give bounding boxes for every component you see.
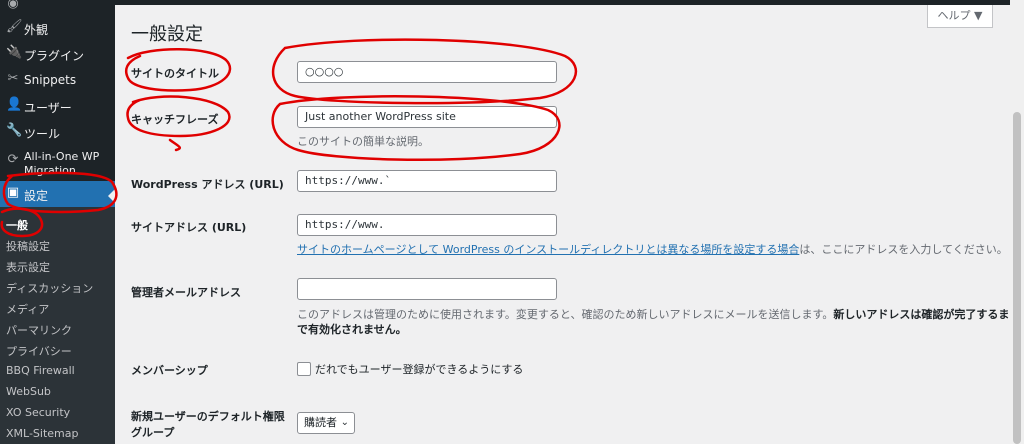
sidebar-item-label: プラグイン: [24, 49, 85, 63]
membership-checkbox-label[interactable]: だれでもユーザー登録ができるようにする: [315, 361, 523, 377]
default-role-select[interactable]: 購読者 ⌄: [297, 412, 355, 434]
submenu-item-websub[interactable]: WebSub: [6, 385, 51, 398]
submenu-item-media[interactable]: メディア: [6, 301, 49, 317]
submenu-item-writing[interactable]: 投稿設定: [6, 238, 50, 254]
sidebar-item-label: ユーザー: [24, 101, 72, 115]
sidebar-item-label: Snippets: [24, 73, 77, 87]
sidebar-item-users[interactable]: 👤 ユーザー: [0, 93, 115, 119]
submenu-item-privacy[interactable]: プライバシー: [6, 343, 72, 359]
submenu-item-xo-security[interactable]: XO Security: [6, 406, 70, 419]
help-button[interactable]: ヘルプ ▼: [927, 5, 993, 28]
settings-main: 一般設定 ヘルプ ▼ サイトのタイトル ○○○○ キャッチフレーズ Just a…: [115, 0, 1010, 444]
sidebar-item-appearance[interactable]: 🖌 外観: [0, 15, 115, 41]
admin-email-description-text: このアドレスは管理のために使用されます。変更すると、確認のため新しいアドレスにメ…: [297, 308, 834, 321]
tagline-label: キャッチフレーズ: [131, 113, 219, 126]
default-role-label: 新規ユーザーのデフォルト権限: [131, 410, 285, 423]
sidebar-item-snippets[interactable]: ✂ Snippets: [0, 67, 115, 93]
page-title: 一般設定: [131, 24, 203, 45]
site-address-description-text: は、ここにアドレスを入力してください。: [799, 243, 1008, 256]
snippets-icon: ✂: [7, 71, 19, 86]
site-address-description: サイトのホームページとして WordPress のインストールディレクトリとは異…: [297, 241, 1008, 257]
site-title-input[interactable]: ○○○○: [297, 61, 557, 83]
appearance-icon: 🖌: [6, 19, 23, 34]
wp-address-label: WordPress アドレス (URL): [131, 178, 284, 191]
submenu-item-general[interactable]: 一般: [6, 217, 28, 233]
site-address-help-link[interactable]: サイトのホームページとして WordPress のインストールディレクトリとは異…: [297, 243, 799, 256]
submenu-item-xml-sitemap[interactable]: XML-Sitemap: [6, 427, 79, 440]
sidebar-item-tools[interactable]: 🔧 ツール: [0, 119, 115, 145]
sidebar-item-label: 外観: [24, 23, 49, 37]
tagline-input[interactable]: Just another WordPress site: [297, 106, 557, 128]
sidebar-item-label: Migration: [24, 164, 76, 177]
admin-email-input[interactable]: [297, 278, 557, 300]
submenu-item-discussion[interactable]: ディスカッション: [6, 280, 93, 296]
settings-submenu: 一般 投稿設定 表示設定 ディスカッション メディア パーマリンク プライバシー…: [0, 207, 115, 444]
sidebar-item-settings[interactable]: ▣ 設定: [0, 181, 115, 207]
sidebar-item-label: 設定: [24, 189, 49, 203]
site-title-label: サイトのタイトル: [131, 67, 219, 80]
default-role-value: 購読者: [304, 416, 337, 429]
submenu-item-bbq-firewall[interactable]: BBQ Firewall: [6, 364, 75, 377]
sidebar-item-label: All-in-One WP: [24, 150, 100, 163]
membership-label: メンバーシップ: [131, 364, 208, 377]
default-role-label-line2: グループ: [131, 426, 175, 439]
plugins-icon: 🔌: [6, 45, 23, 60]
site-address-label: サイトアドレス (URL): [131, 221, 247, 234]
sidebar-item-label: ツール: [24, 127, 61, 141]
admin-sidebar: ◉ 🖌 外観 🔌 プラグイン ✂ Snippets 👤 ユーザー 🔧 ツール ⟳…: [0, 0, 115, 444]
admin-email-label: 管理者メールアドレス: [131, 286, 241, 299]
scrollbar-thumb[interactable]: [1013, 112, 1021, 444]
migration-icon: ⟳: [7, 152, 19, 167]
admin-email-description: このアドレスは管理のために使用されます。変更すると、確認のため新しいアドレスにメ…: [297, 306, 1009, 322]
sidebar-item-plugins[interactable]: 🔌 プラグイン: [0, 41, 115, 67]
membership-checkbox[interactable]: [297, 362, 311, 376]
users-icon: 👤: [6, 97, 23, 112]
submenu-item-permalinks[interactable]: パーマリンク: [6, 322, 72, 338]
sidebar-item-migration[interactable]: ⟳ All-in-One WP Migration: [0, 146, 115, 180]
site-address-input[interactable]: https://www.: [297, 214, 557, 236]
wp-address-input[interactable]: https://www.`: [297, 170, 557, 192]
settings-icon: ▣: [6, 185, 20, 200]
admin-email-description-line2: で有効化されません。: [297, 321, 407, 337]
tools-icon: 🔧: [6, 123, 23, 138]
submenu-item-reading[interactable]: 表示設定: [6, 259, 50, 275]
admin-email-description-bold: 新しいアドレスは確認が完了するま: [833, 308, 1010, 321]
scrollbar[interactable]: [1010, 0, 1024, 444]
chevron-down-icon: ⌄: [340, 417, 349, 428]
admin-email-description-bold-2: で有効化されません。: [297, 323, 407, 336]
dashboard-icon: ◉: [7, 0, 19, 11]
tagline-description: このサイトの簡単な説明。: [297, 135, 429, 148]
